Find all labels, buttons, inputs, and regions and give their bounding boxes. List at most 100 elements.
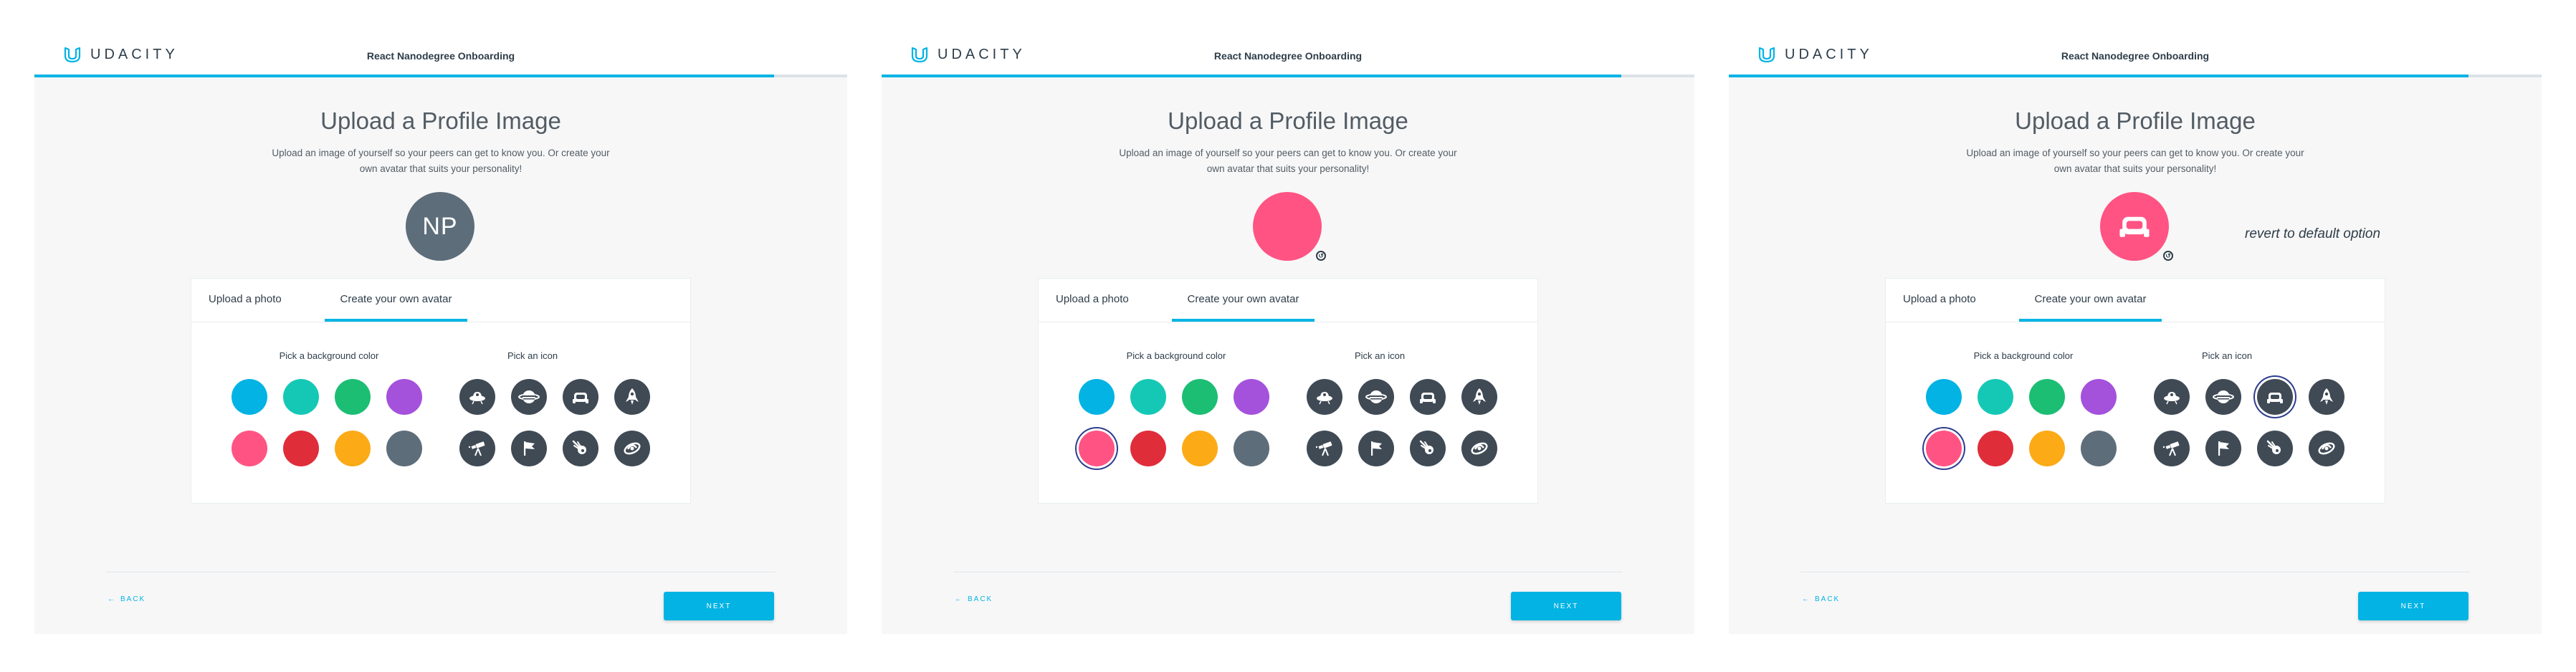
color-swatch-orange[interactable] (335, 431, 371, 466)
icon-option-rocket[interactable] (2309, 379, 2344, 415)
color-swatch-pink[interactable] (1079, 431, 1115, 466)
page-subtitle: Upload an image of yourself so your peer… (1966, 148, 2304, 174)
rocket-icon (2320, 388, 2333, 405)
next-button[interactable]: NEXT (2358, 592, 2468, 620)
color-swatch-green[interactable] (335, 379, 371, 415)
color-swatch-purple[interactable] (2081, 379, 2117, 415)
course-title: React Nanodegree Onboarding (2061, 50, 2210, 62)
rover-icon (1420, 393, 1436, 403)
color-swatch-blue[interactable] (1926, 379, 1962, 415)
next-label: NEXT (2400, 602, 2426, 610)
icon-option-rover[interactable] (563, 379, 598, 415)
progress-fill (882, 75, 1621, 77)
icon-option-rocket[interactable] (614, 379, 650, 415)
color-swatch-pink[interactable] (232, 431, 267, 466)
onboarding-screen-2: UDACITY React Nanodegree Onboarding Uplo… (882, 29, 1694, 634)
rover-icon (573, 393, 588, 403)
color-swatch-pink[interactable] (1926, 431, 1962, 466)
course-title: React Nanodegree Onboarding (1213, 50, 1363, 62)
color-swatch-slate[interactable] (2081, 431, 2117, 466)
revert-icon[interactable]: ↺ (2163, 251, 2173, 261)
ufo-icon (2164, 392, 2180, 405)
icon-option-planet[interactable] (2205, 379, 2241, 415)
color-swatch-purple[interactable] (1234, 379, 1269, 415)
icons-label: Pick an icon (2201, 350, 2253, 361)
tab-bar: Upload a photo Create your own avatar (1039, 279, 1537, 322)
next-button[interactable]: NEXT (1511, 592, 1621, 620)
color-swatch-blue[interactable] (232, 379, 267, 415)
color-swatch-green[interactable] (1182, 379, 1218, 415)
avatar-card: Upload a photo Create your own avatar Pi… (1885, 278, 2385, 504)
icon-option-telescope[interactable] (2154, 431, 2190, 466)
icon-option-flag[interactable] (2205, 431, 2241, 466)
tab-upload-photo[interactable]: Upload a photo (1056, 279, 1129, 322)
color-swatch-orange[interactable] (2029, 431, 2065, 466)
icon-option-flag[interactable] (1358, 431, 1394, 466)
icon-option-rocket[interactable] (1461, 379, 1497, 415)
color-swatch-red[interactable] (1978, 431, 2013, 466)
icon-option-telescope[interactable] (459, 431, 495, 466)
progress-fill (1729, 75, 2468, 77)
icon-option-planet[interactable] (1358, 379, 1394, 415)
page-title: Upload a Profile Image (1168, 107, 1408, 134)
avatar-card: Upload a photo Create your own avatar Pi… (1038, 278, 1538, 504)
icon-option-rover[interactable] (2257, 379, 2293, 415)
revert-note: revert to default option (2245, 226, 2381, 241)
tab-create-avatar[interactable]: Create your own avatar (2019, 279, 2162, 322)
icon-option-telescope[interactable] (1307, 431, 1342, 466)
icon-option-comet[interactable] (2257, 431, 2293, 466)
next-button[interactable]: NEXT (664, 592, 774, 620)
course-title: React Nanodegree Onboarding (366, 50, 515, 62)
icon-option-ufo[interactable] (1307, 379, 1342, 415)
tab-upload-photo[interactable]: Upload a photo (1903, 279, 1976, 322)
ufo-icon (469, 392, 485, 405)
color-swatch-green[interactable] (2029, 379, 2065, 415)
tab-create-avatar[interactable]: Create your own avatar (1172, 279, 1315, 322)
progress-fill (34, 75, 774, 77)
ufo-icon (1317, 392, 1332, 405)
galaxy-icon (624, 442, 641, 455)
icon-option-galaxy[interactable] (614, 431, 650, 466)
icon-option-comet[interactable] (1410, 431, 1446, 466)
color-swatch-red[interactable] (283, 431, 319, 466)
avatar-preview (1253, 192, 1322, 261)
arrow-left-icon: ← (955, 595, 963, 603)
icon-option-galaxy[interactable] (2309, 431, 2344, 466)
icon-option-ufo[interactable] (2154, 379, 2190, 415)
icon-option-galaxy[interactable] (1461, 431, 1497, 466)
rocket-icon (626, 388, 639, 405)
icon-option-ufo[interactable] (459, 379, 495, 415)
icons-label: Pick an icon (507, 350, 558, 361)
color-swatch-slate[interactable] (1234, 431, 1269, 466)
back-button[interactable]: ← BACK (1802, 595, 1840, 603)
color-swatch-teal[interactable] (1978, 379, 2013, 415)
telescope-icon (468, 441, 485, 456)
color-swatch-orange[interactable] (1182, 431, 1218, 466)
color-swatch-red[interactable] (1130, 431, 1166, 466)
icon-option-flag[interactable] (511, 431, 547, 466)
telescope-icon (2162, 441, 2180, 456)
icons-label: Pick an icon (1354, 350, 1406, 361)
top-header: UDACITY React Nanodegree Onboarding (1729, 29, 2542, 77)
next-label: NEXT (1553, 602, 1579, 610)
tab-upload-photo[interactable]: Upload a photo (209, 279, 282, 322)
icon-option-planet[interactable] (511, 379, 547, 415)
icon-option-comet[interactable] (563, 431, 598, 466)
color-swatch-blue[interactable] (1079, 379, 1115, 415)
icon-option-rover[interactable] (1410, 379, 1446, 415)
tab-create-avatar[interactable]: Create your own avatar (325, 279, 467, 322)
color-swatch-slate[interactable] (386, 431, 422, 466)
back-label: BACK (968, 595, 993, 603)
color-swatch-teal[interactable] (1130, 379, 1166, 415)
next-label: NEXT (706, 602, 732, 610)
back-button[interactable]: ← BACK (108, 595, 146, 603)
back-button[interactable]: ← BACK (955, 595, 993, 603)
page-title: Upload a Profile Image (320, 107, 561, 134)
galaxy-icon (1471, 442, 1488, 455)
tab-bar: Upload a photo Create your own avatar (1886, 279, 2385, 322)
planet-icon (518, 390, 540, 403)
color-swatch-teal[interactable] (283, 379, 319, 415)
top-header: UDACITY React Nanodegree Onboarding (882, 29, 1694, 77)
color-swatch-purple[interactable] (386, 379, 422, 415)
revert-icon[interactable]: ↺ (1316, 251, 1326, 261)
